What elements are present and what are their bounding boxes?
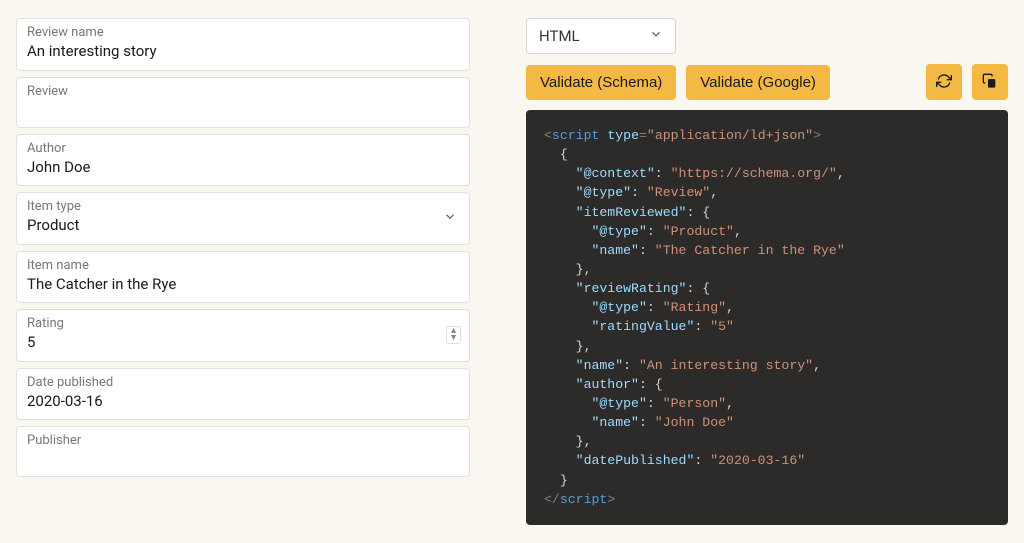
author-value: John Doe — [27, 158, 459, 178]
code-preview[interactable]: <script type="application/ld+json"> { "@… — [526, 110, 1008, 525]
date-published-field[interactable]: Date published 2020-03-16 — [16, 368, 470, 421]
form-panel: Review name An interesting story Review … — [16, 18, 470, 525]
review-label: Review — [27, 84, 459, 99]
item-type-field[interactable]: Item type Product — [16, 192, 470, 245]
review-name-value: An interesting story — [27, 42, 459, 62]
copy-button[interactable] — [972, 64, 1008, 100]
publisher-value — [27, 450, 459, 468]
copy-icon — [982, 73, 998, 92]
rating-label: Rating — [27, 316, 459, 331]
item-name-value: The Catcher in the Rye — [27, 275, 459, 295]
validate-google-button[interactable]: Validate (Google) — [686, 65, 830, 100]
item-name-field[interactable]: Item name The Catcher in the Rye — [16, 251, 470, 304]
item-type-value: Product — [27, 216, 459, 236]
date-published-label: Date published — [27, 375, 459, 390]
review-name-field[interactable]: Review name An interesting story — [16, 18, 470, 71]
author-label: Author — [27, 141, 459, 156]
validate-schema-button[interactable]: Validate (Schema) — [526, 65, 676, 100]
review-name-label: Review name — [27, 25, 459, 40]
rating-value: 5 — [27, 333, 459, 353]
chevron-down-icon — [649, 27, 663, 45]
author-field[interactable]: Author John Doe — [16, 134, 470, 187]
publisher-label: Publisher — [27, 433, 459, 448]
item-type-label: Item type — [27, 199, 459, 214]
publisher-field[interactable]: Publisher — [16, 426, 470, 477]
refresh-button[interactable] — [926, 64, 962, 100]
review-field[interactable]: Review — [16, 77, 470, 128]
date-published-value: 2020-03-16 — [27, 392, 459, 412]
output-format-select[interactable]: HTML — [526, 18, 676, 54]
item-name-label: Item name — [27, 258, 459, 273]
output-panel: HTML Validate (Schema) Validate (Google) — [526, 18, 1008, 525]
output-format-value: HTML — [539, 27, 580, 45]
number-stepper-icon[interactable]: ▲▼ — [446, 326, 461, 344]
refresh-icon — [936, 73, 952, 92]
review-value — [27, 101, 459, 119]
rating-field[interactable]: Rating 5 ▲▼ — [16, 309, 470, 362]
